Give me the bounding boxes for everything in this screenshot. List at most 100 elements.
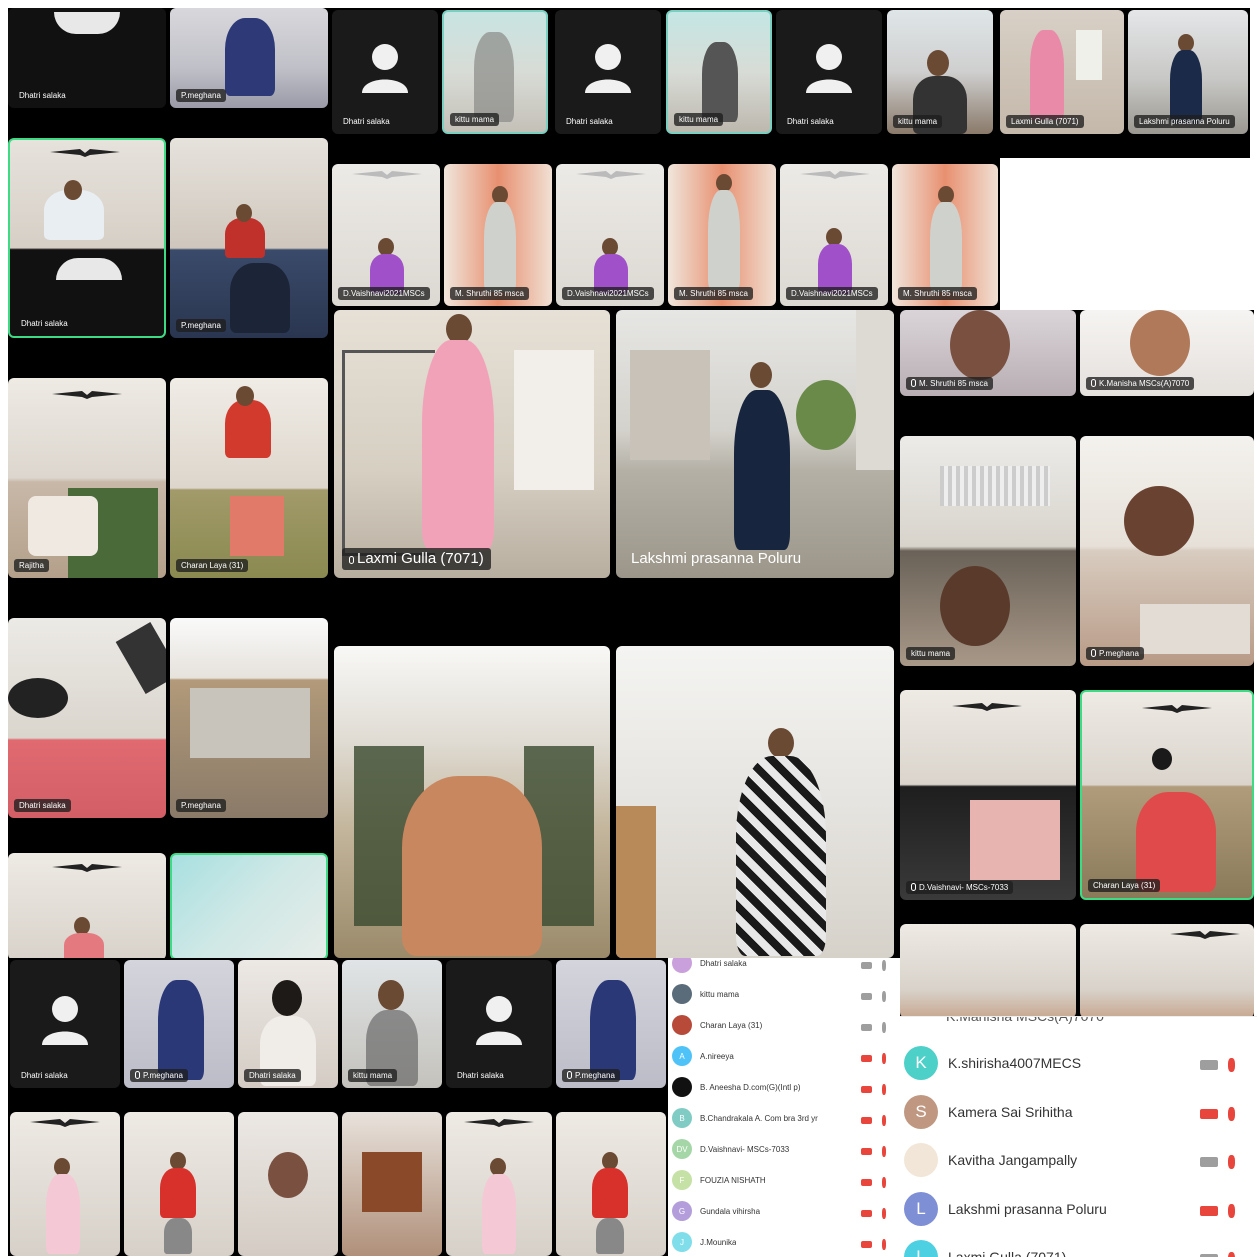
- video-tile[interactable]: [900, 924, 1076, 1018]
- video-tile-camera-off[interactable]: Dhatri salaka: [555, 10, 661, 134]
- participant-row[interactable]: K K.shirisha4007MECS: [900, 1043, 1257, 1083]
- camera-on-icon[interactable]: [861, 1116, 872, 1124]
- video-tile[interactable]: [616, 646, 894, 958]
- video-tile[interactable]: Laxmi Gulla (7071): [334, 310, 610, 578]
- video-tile[interactable]: [8, 853, 166, 960]
- video-tile[interactable]: P.meghana: [170, 138, 328, 338]
- participant-row[interactable]: Charan Laya (31): [668, 1012, 900, 1038]
- video-tile-active-speaker[interactable]: Dhatri salaka: [8, 138, 166, 338]
- video-tile[interactable]: [342, 1112, 442, 1256]
- video-tile[interactable]: [556, 1112, 666, 1256]
- mic-icon: [349, 556, 354, 564]
- video-tile[interactable]: Charan Laya (31): [170, 378, 328, 578]
- video-tile[interactable]: M. Shruthi 85 msca: [668, 164, 776, 306]
- mic-muted-icon[interactable]: [1228, 1203, 1235, 1218]
- video-tile-camera-off[interactable]: Dhatri salaka: [332, 10, 438, 134]
- video-tile[interactable]: Dhatri salaka: [238, 960, 338, 1088]
- mic-muted-icon[interactable]: [882, 1052, 886, 1064]
- video-tile[interactable]: [334, 646, 610, 958]
- video-tile[interactable]: kittu mama: [887, 10, 993, 134]
- video-tile[interactable]: [10, 1112, 120, 1256]
- mic-muted-icon[interactable]: [882, 1114, 886, 1126]
- video-tile-camera-off[interactable]: Dhatri salaka: [446, 960, 552, 1088]
- participant-video: [736, 756, 826, 956]
- participant-row[interactable]: G Gundala vihirsha: [668, 1198, 900, 1224]
- participant-row[interactable]: L Lakshmi prasanna Poluru: [900, 1189, 1257, 1229]
- participant-row[interactable]: S Kamera Sai Srihitha: [900, 1092, 1257, 1132]
- video-tile[interactable]: [238, 1112, 338, 1256]
- camera-off-icon[interactable]: [1200, 1060, 1218, 1070]
- participant-name: K.Manisha MSCs(A)7070: [1086, 377, 1195, 390]
- mic-icon[interactable]: [882, 990, 886, 1002]
- camera-off-icon[interactable]: [861, 961, 872, 969]
- participant-row-partial[interactable]: K.Manisha MSCs(A)7070: [946, 1017, 1104, 1024]
- video-tile[interactable]: D.Vaishnavi2021MSCs: [332, 164, 440, 306]
- participant-name: P.meghana: [176, 319, 226, 332]
- mic-muted-icon[interactable]: [1228, 1106, 1235, 1121]
- participant-row[interactable]: L Laxmi Gulla (7071): [900, 1237, 1257, 1257]
- camera-on-icon[interactable]: [861, 1209, 872, 1217]
- video-tile[interactable]: kittu mama: [342, 960, 442, 1088]
- participant-row[interactable]: kittu mama: [668, 981, 900, 1007]
- mic-muted-icon[interactable]: [882, 1176, 886, 1188]
- video-tile[interactable]: Dhatri salaka: [8, 618, 166, 818]
- mic-muted-icon[interactable]: [882, 1207, 886, 1219]
- video-tile[interactable]: K.Manisha MSCs(A)7070: [1080, 310, 1254, 396]
- mic-icon: [135, 1071, 140, 1079]
- mic-muted-icon[interactable]: [882, 1083, 886, 1095]
- participant-row[interactable]: B. Aneesha D.com(G)(Intl p): [668, 1074, 900, 1100]
- video-tile[interactable]: kittu mama: [442, 10, 548, 134]
- video-tile[interactable]: M. Shruthi 85 msca: [444, 164, 552, 306]
- video-tile[interactable]: kittu mama: [900, 436, 1076, 666]
- video-tile[interactable]: P.meghana: [124, 960, 234, 1088]
- camera-on-icon[interactable]: [861, 1054, 872, 1062]
- video-tile[interactable]: Laxmi Gulla (7071): [1000, 10, 1124, 134]
- camera-off-icon[interactable]: [861, 1023, 872, 1031]
- video-tile-active-speaker[interactable]: [170, 853, 328, 960]
- participant-avatar: A: [672, 1046, 692, 1066]
- camera-on-icon[interactable]: [1200, 1205, 1218, 1216]
- mic-icon[interactable]: [882, 959, 886, 971]
- camera-on-icon[interactable]: [861, 1085, 872, 1093]
- video-tile[interactable]: Lakshmi prasanna Poluru: [616, 310, 894, 578]
- participant-row[interactable]: Dhatri salaka: [668, 958, 900, 976]
- participant-row[interactable]: J J.Mounika: [668, 1229, 900, 1255]
- participant-avatar: [672, 1077, 692, 1097]
- camera-on-icon[interactable]: [861, 1147, 872, 1155]
- video-tile[interactable]: M. Shruthi 85 msca: [892, 164, 998, 306]
- video-tile[interactable]: P.meghana: [170, 618, 328, 818]
- video-tile[interactable]: M. Shruthi 85 msca: [900, 310, 1076, 396]
- video-tile[interactable]: [446, 1112, 552, 1256]
- participant-row[interactable]: A A.nireeya: [668, 1043, 900, 1069]
- mic-muted-icon[interactable]: [1228, 1155, 1235, 1169]
- participant-row[interactable]: B B.Chandrakala A. Com bra 3rd yr: [668, 1105, 900, 1131]
- video-tile[interactable]: [124, 1112, 234, 1256]
- video-tile[interactable]: Lakshmi prasanna Poluru: [1128, 10, 1248, 134]
- video-tile[interactable]: D.Vaishnavi2021MSCs: [556, 164, 664, 306]
- mic-icon[interactable]: [882, 1021, 886, 1033]
- mic-muted-icon[interactable]: [1228, 1058, 1235, 1072]
- video-tile[interactable]: D.Vaishnavi2021MSCs: [780, 164, 888, 306]
- video-tile[interactable]: P.meghana: [1080, 436, 1254, 666]
- video-tile[interactable]: Rajitha: [8, 378, 166, 578]
- participant-row[interactable]: DV D.Vaishnavi- MSCs-7033: [668, 1136, 900, 1162]
- mic-muted-icon[interactable]: [882, 1145, 886, 1157]
- mic-muted-icon[interactable]: [882, 1238, 886, 1250]
- participant-row[interactable]: F FOUZIA NISHATH: [668, 1167, 900, 1193]
- video-tile[interactable]: D.Vaishnavi- MSCs-7033: [900, 690, 1076, 900]
- video-tile[interactable]: P.meghana: [170, 8, 328, 108]
- video-tile[interactable]: Dhatri salaka: [8, 8, 166, 108]
- video-tile[interactable]: kittu mama: [666, 10, 772, 134]
- camera-off-icon[interactable]: [1200, 1157, 1218, 1167]
- camera-on-icon[interactable]: [861, 1240, 872, 1248]
- camera-on-icon[interactable]: [1200, 1108, 1218, 1119]
- video-tile[interactable]: P.meghana: [556, 960, 666, 1088]
- video-tile-active-speaker[interactable]: Charan Laya (31): [1080, 690, 1254, 900]
- participant-row[interactable]: Kavitha Jangampally: [900, 1140, 1257, 1180]
- video-tile-camera-off[interactable]: Dhatri salaka: [776, 10, 882, 134]
- video-tile[interactable]: [1080, 924, 1254, 1018]
- camera-on-icon[interactable]: [861, 1178, 872, 1186]
- video-tile-camera-off[interactable]: Dhatri salaka: [10, 960, 120, 1088]
- mic-muted-icon[interactable]: [1228, 1252, 1235, 1257]
- camera-off-icon[interactable]: [861, 992, 872, 1000]
